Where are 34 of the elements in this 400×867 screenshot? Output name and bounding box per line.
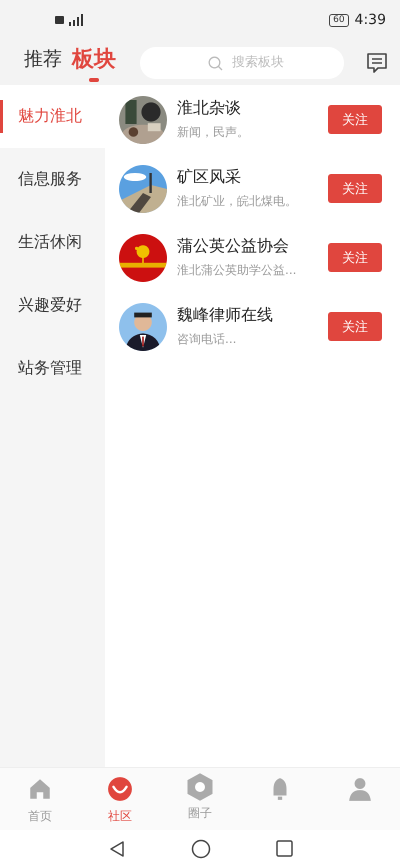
board-name: 矿区风采 <box>177 167 242 188</box>
tab[interactable]: 推荐 <box>22 44 64 81</box>
nav-tab[interactable]: 首页 <box>0 768 80 830</box>
category-item[interactable]: 魅力淮北 <box>0 85 105 148</box>
follow-button[interactable]: 关注 <box>328 105 382 134</box>
recents-icon[interactable] <box>276 840 292 857</box>
nav-tab[interactable]: 社区 <box>80 768 160 830</box>
board-description: 淮北矿业，皖北煤电。 <box>177 193 298 210</box>
board-description: 淮北蒲公英助学公益... <box>177 262 298 279</box>
search-field[interactable]: 搜索板块 <box>140 46 344 78</box>
follow-button[interactable]: 关注 <box>328 312 382 341</box>
person-icon <box>347 776 373 802</box>
category-item[interactable]: 兴趣爱好 <box>0 274 105 337</box>
follow-button[interactable]: 关注 <box>328 243 382 272</box>
category-item[interactable]: 信息服务 <box>0 148 105 211</box>
board-description: 新闻，民声。 <box>177 124 250 141</box>
hexagon-icon <box>185 772 215 802</box>
search-icon <box>208 56 223 70</box>
signal-icon <box>55 14 85 26</box>
category-item[interactable]: 生活休闲 <box>0 211 105 274</box>
follow-button[interactable]: 关注 <box>328 174 382 203</box>
board-description: 咨询电话... <box>177 331 238 348</box>
clock: 4:39 <box>354 12 386 28</box>
board-name: 蒲公英公益协会 <box>177 236 290 257</box>
board-name: 淮北杂谈 <box>177 98 242 119</box>
smile-icon <box>107 776 133 802</box>
tab[interactable]: 板块 <box>70 42 118 83</box>
back-icon[interactable] <box>108 840 126 858</box>
category-item[interactable]: 站务管理 <box>0 337 105 400</box>
message-icon[interactable] <box>366 52 388 74</box>
nav-tab[interactable]: 圈子 <box>160 768 240 830</box>
home-button-icon[interactable] <box>190 838 210 858</box>
battery-icon: 60 <box>329 14 349 26</box>
board-name: 魏峰律师在线 <box>177 305 274 326</box>
